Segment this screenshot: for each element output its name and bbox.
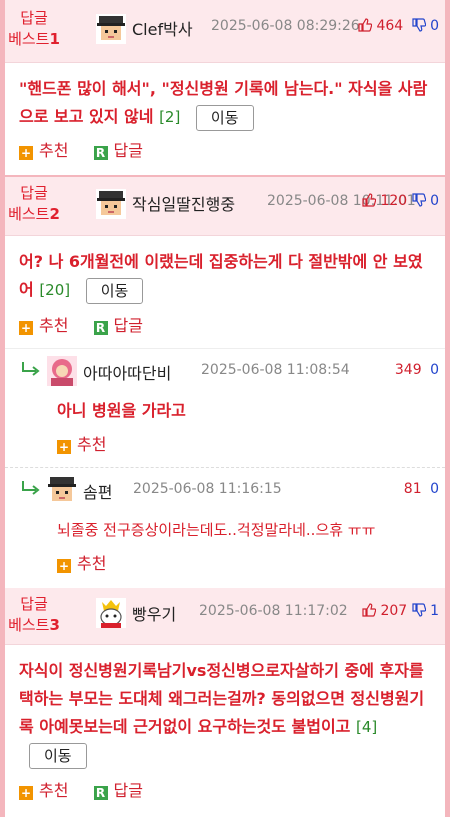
recommend-label: 추천 [39,316,69,335]
timestamp: 2025-06-08 08:29:26 [211,18,360,34]
downvote-count: 0 [430,18,439,34]
reply-arrow-icon [22,481,40,495]
recommend-button[interactable]: + 추천 [19,139,68,163]
reply-body: 뇌졸중 전구증상이라는데도..걱정말라네..으휴 ㅠㅠ [57,521,376,539]
avatar-icon[interactable] [96,14,126,44]
thumbs-down-icon[interactable] [412,18,426,32]
downvote-count: 0 [430,193,439,209]
recommend-button[interactable]: + 추천 [5,433,445,457]
plus-icon: + [57,440,71,454]
timestamp: 2025-06-08 11:16:15 [133,481,282,497]
reply-label: 답글 [113,316,143,335]
upvote-count: 120 [380,193,408,209]
reply-comment: 아따아따단비 2025-06-08 11:08:54 349 0 아니 병원을 … [5,349,445,467]
reply-button[interactable]: R 답글 [93,139,143,163]
vote-counts: 464 0 [358,18,439,34]
move-button[interactable]: 이동 [195,104,254,131]
nickname[interactable]: 작심일딸진행중 [132,191,235,215]
upvote-count: 464 [376,18,404,34]
thumbs-up-icon[interactable] [362,193,376,207]
vote-counts: 81 0 [404,481,439,497]
nickname[interactable]: Clef박사 [132,16,193,40]
vote-counts: 207 1 [362,603,439,619]
recommend-label: 추천 [77,554,107,573]
comment-text: "핸드폰 많이 해서", "정신병원 기록에 남는다." 자식을 사람으로 보고… [5,75,445,131]
comment-actions: + 추천 R 답글 [5,139,445,163]
plus-icon: + [19,146,33,160]
comment-text: 어? 나 6개월전에 이랬는데 집중하는게 다 절반밖에 안 보였어 [20] … [5,248,445,304]
nickname[interactable]: 솜편 [83,479,112,503]
best-badge: 베스트 [8,205,50,223]
nickname[interactable]: 아따아따단비 [83,360,171,384]
downvote-count: 1 [430,603,439,619]
vote-counts: 120 0 [362,193,439,209]
avatar-icon[interactable] [96,598,126,628]
best-badge: 베스트 [8,616,50,634]
nickname[interactable]: 빵우기 [132,601,176,625]
plus-icon: + [57,559,71,573]
best-badge: 베스트 [8,30,50,48]
reply-count: [2] [159,108,181,126]
reply-r-icon: R [93,321,108,335]
best-comment-header-3: 답글 베스트3 빵우기 2025-06-08 11:17:02 207 1 [5,588,445,645]
vote-counts: 349 0 [395,362,439,378]
move-button[interactable]: 이동 [85,277,144,304]
plus-icon: + [19,321,33,335]
recommend-label: 추천 [39,781,69,800]
comment-text: 자식이 정신병원기록남기vs정신병으로자살하기 중에 후자를 택하는 부모는 도… [5,657,445,769]
downvote-count: 0 [430,362,439,378]
best-rank: 1 [49,30,60,48]
best-rank: 2 [49,205,60,223]
plus-icon: + [19,786,33,800]
best-comment-header-2: 답글 베스트2 작심일딸진행중 2025-06-08 10:11:01 120 … [5,177,445,236]
best-label-reply: 답글 [20,184,48,202]
best-label: 답글 베스트1 [5,8,63,50]
reply-button[interactable]: R 답글 [93,779,143,803]
best-label: 답글 베스트2 [5,183,63,225]
best-comment-header-1: 답글 베스트1 Clef박사 2025-06-08 08:29:26 464 0 [5,0,445,63]
reply-body: 아니 병원을 가라고 [57,401,186,420]
best-rank: 3 [49,616,60,634]
upvote-count: 207 [380,603,408,619]
upvote-count: 81 [403,481,422,497]
move-button[interactable]: 이동 [29,742,87,769]
comment-actions: + 추천 R 답글 [5,779,445,803]
timestamp: 2025-06-08 11:08:54 [201,362,350,378]
reply-label: 답글 [113,141,143,160]
thumbs-down-icon[interactable] [412,193,426,207]
comment-actions: + 추천 R 답글 [5,314,445,338]
reply-arrow-icon [22,362,40,376]
recommend-button[interactable]: + 추천 [5,552,445,576]
avatar-icon[interactable] [96,189,126,219]
reply-label: 답글 [113,781,143,800]
thumbs-down-icon[interactable] [412,603,426,617]
reply-count: [4] [355,718,378,736]
reply-count: [20] [39,281,71,299]
recommend-label: 추천 [39,141,69,160]
thumbs-up-icon[interactable] [358,18,372,32]
best-label-reply: 답글 [20,9,48,27]
thumbs-up-icon[interactable] [362,603,376,617]
timestamp: 2025-06-08 11:17:02 [199,603,348,619]
reply-button[interactable]: R 답글 [93,314,143,338]
reply-comment: 솜편 2025-06-08 11:16:15 81 0 뇌졸중 전구증상이라는데… [5,468,445,588]
avatar-icon[interactable] [47,475,77,505]
best-label: 답글 베스트3 [5,594,63,636]
comment-body: 어? 나 6개월전에 이랬는데 집중하는게 다 절반밖에 안 보였어 [19,252,423,299]
avatar-icon[interactable] [47,356,77,386]
recommend-button[interactable]: + 추천 [19,314,68,338]
best-label-reply: 답글 [20,595,48,613]
downvote-count: 0 [430,481,439,497]
recommend-button[interactable]: + 추천 [19,779,68,803]
reply-r-icon: R [93,146,108,160]
upvote-count: 349 [394,362,422,378]
reply-r-icon: R [93,786,108,800]
recommend-label: 추천 [77,435,107,454]
